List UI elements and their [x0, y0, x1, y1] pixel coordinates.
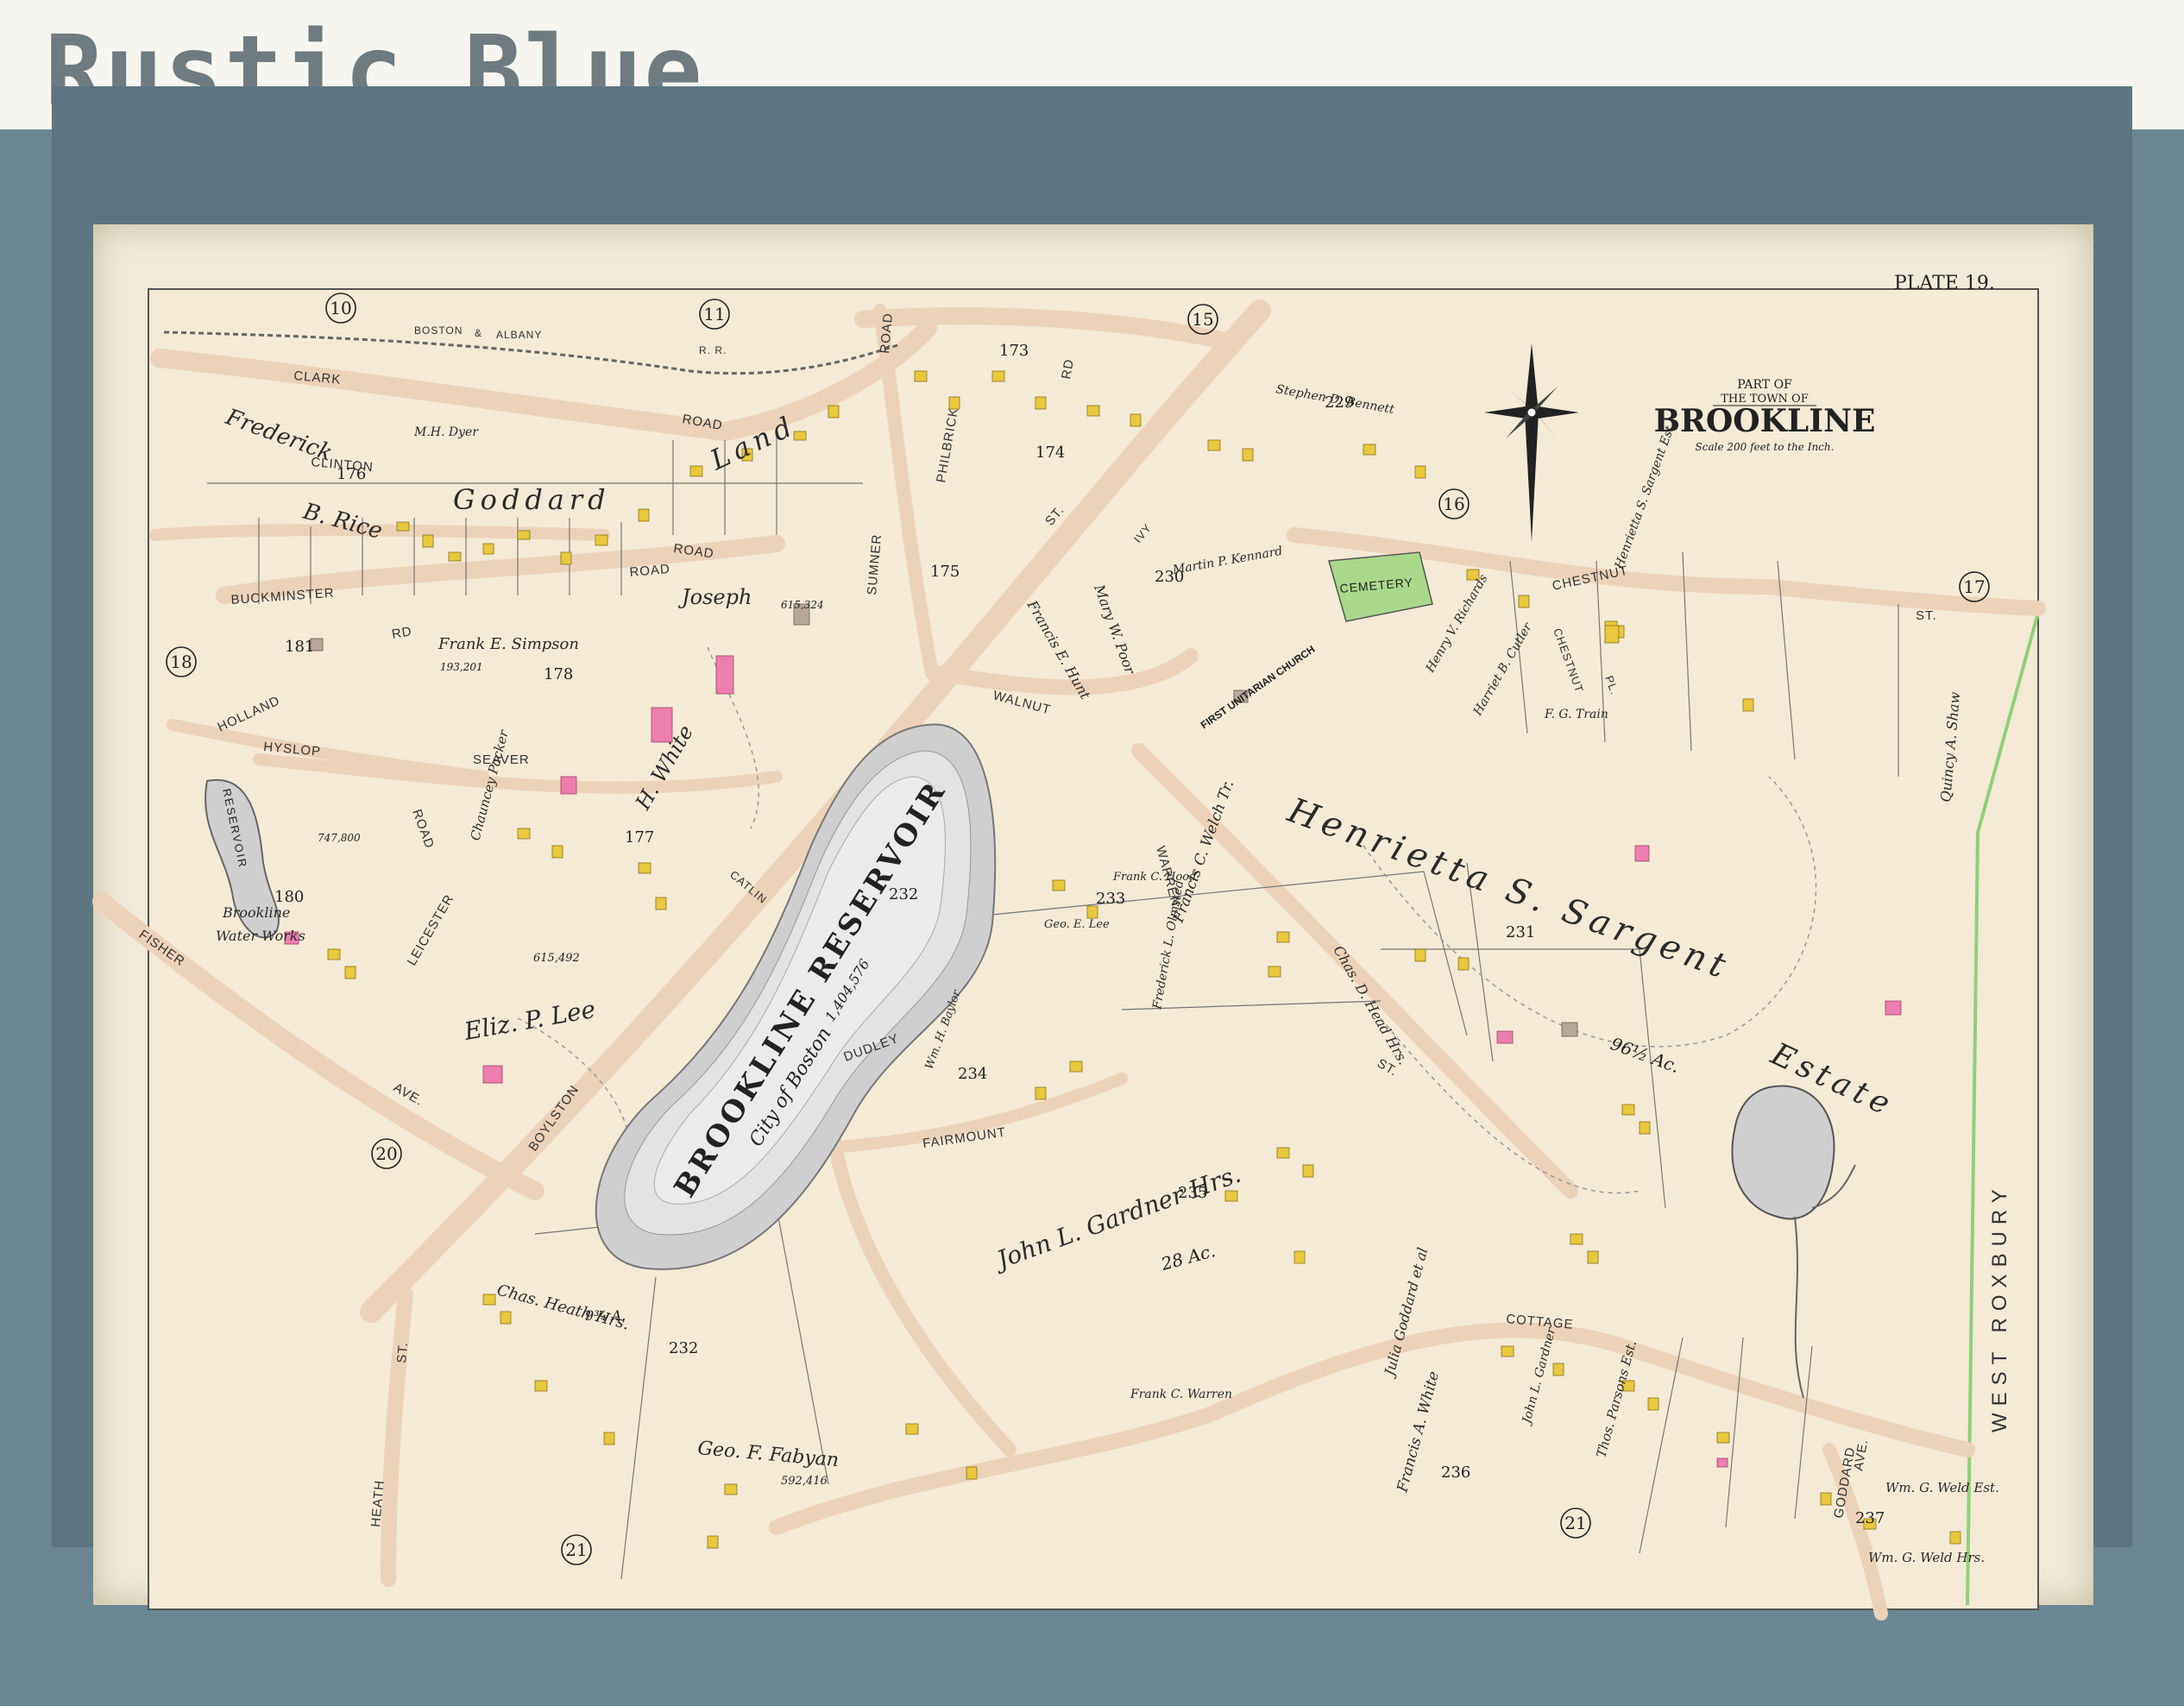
street-heath-st: ST. [394, 1341, 411, 1363]
owner-frank-warren: Frank C. Warren [1130, 1388, 1232, 1401]
section-231: 231 [1506, 923, 1535, 941]
cartouche-town: BROOKLINE [1654, 403, 1876, 439]
lee-area-label: 615,492 [533, 952, 580, 965]
plate-ref-17: 17 [1963, 576, 1985, 597]
rice-area-label: 747,800 [318, 832, 361, 844]
plate-ref-21-right: 21 [1564, 1513, 1586, 1533]
owner-water-works: Water Works [216, 928, 305, 944]
plate-label: PLATE 19. [1894, 273, 1995, 294]
simpson-area-label: 193,201 [440, 661, 483, 673]
owner-wm-weld-hrs: Wm. G. Weld Hrs. [1868, 1550, 1985, 1565]
section-178: 178 [544, 665, 573, 683]
street-chestnut-st: ST. [1916, 608, 1937, 623]
white-area-label: 615,324 [781, 599, 824, 611]
fabyan-area-label: 592,416 [781, 1475, 828, 1488]
section-236: 236 [1441, 1464, 1470, 1482]
cartouche-line1: PART OF [1737, 378, 1792, 392]
plate-ref-21: 21 [565, 1539, 587, 1560]
plate-ref-10: 10 [330, 298, 351, 318]
section-174: 174 [1035, 444, 1065, 462]
section-234: 234 [958, 1065, 987, 1083]
section-233: 233 [1096, 890, 1125, 908]
railroad-boston: BOSTON [414, 324, 463, 337]
owner-joseph: Joseph [677, 585, 752, 609]
section-232-heath: 232 [669, 1339, 698, 1357]
heath-area-label: 9¾ A. [585, 1307, 626, 1324]
owner-brookline: Brookline [222, 904, 290, 921]
section-237: 237 [1855, 1509, 1885, 1527]
west-roxbury-label: WEST ROXBURY [1988, 1182, 2011, 1432]
owner-fg-train: F. G. Train [1544, 708, 1608, 721]
owner-geo-lee: Geo. E. Lee [1044, 918, 1110, 931]
section-177: 177 [625, 828, 654, 847]
railroad-ampersand: & [475, 327, 482, 339]
owner-wm-weld-est: Wm. G. Weld Est. [1885, 1480, 1999, 1495]
plate-ref-16: 16 [1443, 494, 1464, 514]
section-181: 181 [285, 638, 314, 656]
pond [1731, 1085, 1835, 1220]
plate-ref-20: 20 [375, 1143, 397, 1164]
plate-ref-15: 15 [1192, 309, 1213, 330]
brookline-map: 10 11 15 16 17 18 20 21 21 PLATE 19. PAR… [92, 273, 2046, 1621]
section-175: 175 [930, 563, 960, 581]
section-180: 180 [274, 888, 304, 906]
railroad-rr: R. R. [699, 344, 727, 356]
railroad-albany: ALBANY [496, 329, 542, 341]
plate-ref-18: 18 [170, 652, 192, 672]
owner-mh-dyer: M.H. Dyer [413, 425, 479, 439]
plate-ref-11: 11 [703, 304, 725, 324]
section-173: 173 [999, 342, 1029, 360]
owner-frank-simpson: Frank E. Simpson [437, 635, 579, 653]
owner-goddard: Goddard [453, 483, 611, 516]
cartouche-scale: Scale 200 feet to the Inch. [1696, 441, 1835, 453]
